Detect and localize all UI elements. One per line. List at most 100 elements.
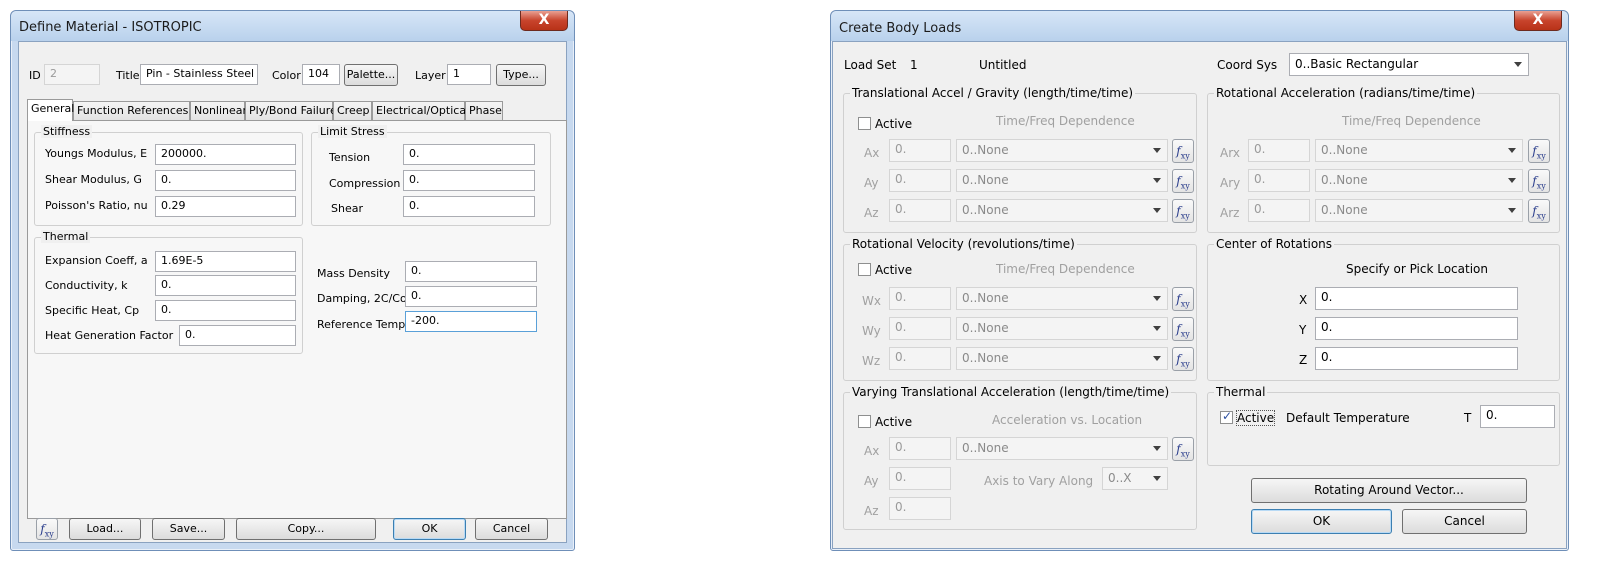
load-set-id: 1 <box>910 58 918 72</box>
function-xy-icon[interactable]: fxy <box>1172 287 1194 311</box>
temperature-field[interactable]: 0. <box>1480 405 1555 428</box>
cancel-button[interactable]: Cancel <box>1402 509 1527 534</box>
arx-label: Arx <box>1220 146 1240 160</box>
rotating-around-vector-button[interactable]: Rotating Around Vector... <box>1251 478 1527 503</box>
specific-heat-field[interactable]: 0. <box>155 300 296 321</box>
rotational-velocity-active-checkbox[interactable] <box>858 263 871 276</box>
function-xy-icon[interactable]: fxy <box>1172 317 1194 341</box>
id-label: ID <box>29 69 41 82</box>
function-xy-icon[interactable]: fxy <box>1172 437 1194 461</box>
wz-dependence-dropdown: 0..None <box>956 347 1168 370</box>
create-body-loads-dialog: Create Body Loads X Load Set 1 Untitled … <box>830 10 1569 551</box>
function-xy-icon[interactable]: fxy <box>36 518 58 540</box>
z-label: Z <box>1299 353 1308 367</box>
wx-label: Wx <box>862 294 881 308</box>
ax-label: Ax <box>864 146 880 160</box>
reference-temp-field[interactable]: -200. <box>405 311 537 332</box>
heat-generation-field[interactable]: 0. <box>179 325 296 346</box>
mass-density-field[interactable]: 0. <box>405 261 537 282</box>
cancel-button[interactable]: Cancel <box>475 518 548 540</box>
shear-modulus-label: Shear Modulus, G <box>45 173 142 186</box>
close-button[interactable]: X <box>520 11 568 31</box>
varying-active-checkbox[interactable] <box>858 415 871 428</box>
limit-stress-label: Limit Stress <box>318 125 387 138</box>
function-xy-icon[interactable]: fxy <box>1172 169 1194 193</box>
define-material-dialog: Define Material - ISOTROPIC X ID 2 Title… <box>10 10 575 551</box>
translational-accel-group: Translational Accel / Gravity (length/ti… <box>843 86 1197 233</box>
thermal-label: Thermal <box>41 230 91 243</box>
coord-sys-dropdown[interactable]: 0..Basic Rectangular <box>1289 53 1529 76</box>
rotational-accel-label: Rotational Acceleration (radians/time/ti… <box>1214 86 1478 100</box>
compression-field[interactable]: 0. <box>403 170 535 191</box>
load-button[interactable]: Load... <box>69 518 141 540</box>
chevron-down-icon <box>1153 148 1161 153</box>
title-bar[interactable]: Create Body Loads X <box>831 11 1568 41</box>
varying-translational-accel-group: Varying Translational Acceleration (leng… <box>843 385 1197 530</box>
function-xy-icon[interactable]: fxy <box>1528 169 1550 193</box>
rotational-velocity-group: Rotational Velocity (revolutions/time) A… <box>843 237 1197 381</box>
poissons-ratio-field[interactable]: 0.29 <box>155 196 296 217</box>
youngs-modulus-field[interactable]: 200000. <box>155 144 296 165</box>
thermal-group: Thermal Expansion Coeff, a 1.69E-5 Condu… <box>34 230 303 354</box>
tab-nonlinear[interactable]: Nonlinear <box>190 101 247 120</box>
vary-ay-field: 0. <box>889 467 951 490</box>
function-xy-icon[interactable]: fxy <box>1528 139 1550 163</box>
arx-dependence-value: 0..None <box>1321 143 1368 157</box>
function-xy-icon[interactable]: fxy <box>1172 139 1194 163</box>
ary-dependence-value: 0..None <box>1321 173 1368 187</box>
acceleration-vs-location-label: Acceleration vs. Location <box>992 413 1143 427</box>
az-dependence-value: 0..None <box>962 203 1009 217</box>
conductivity-field[interactable]: 0. <box>155 275 296 296</box>
type-button[interactable]: Type... <box>496 64 546 86</box>
stiffness-label: Stiffness <box>41 125 93 138</box>
center-x-field[interactable]: 0. <box>1315 287 1518 310</box>
close-button[interactable]: X <box>1514 11 1562 31</box>
ax-dependence-dropdown: 0..None <box>956 139 1168 162</box>
shear-stress-field[interactable]: 0. <box>403 196 535 217</box>
title-bar[interactable]: Define Material - ISOTROPIC X <box>11 11 574 41</box>
tab-general[interactable]: General <box>27 99 74 121</box>
chevron-down-icon <box>1153 208 1161 213</box>
tab-function-references[interactable]: Function References <box>73 101 190 120</box>
damping-field[interactable]: 0. <box>405 286 537 307</box>
layer-label: Layer <box>415 69 446 82</box>
ary-label: Ary <box>1220 176 1241 190</box>
copy-button[interactable]: Copy... <box>236 518 376 540</box>
arz-field: 0. <box>1248 199 1310 222</box>
function-xy-icon[interactable]: fxy <box>1528 199 1550 223</box>
color-field[interactable]: 104 <box>302 64 340 85</box>
center-z-field[interactable]: 0. <box>1315 347 1518 370</box>
tab-ply-bond-failure[interactable]: Ply/Bond Failure <box>245 101 337 120</box>
compression-label: Compression <box>329 177 401 190</box>
center-y-field[interactable]: 0. <box>1315 317 1518 340</box>
specify-pick-location-hint: Specify or Pick Location <box>1346 262 1488 276</box>
mass-density-label: Mass Density <box>317 267 391 280</box>
palette-button[interactable]: Palette... <box>344 64 398 86</box>
arx-dependence-dropdown: 0..None <box>1315 139 1523 162</box>
save-button[interactable]: Save... <box>152 518 225 540</box>
function-xy-icon[interactable]: fxy <box>1172 199 1194 223</box>
wy-dependence-dropdown: 0..None <box>956 317 1168 340</box>
tab-creep[interactable]: Creep <box>333 101 372 120</box>
expansion-coeff-field[interactable]: 1.69E-5 <box>155 251 296 272</box>
translational-active-checkbox[interactable] <box>858 117 871 130</box>
axis-to-vary-along-dropdown: 0..X <box>1102 467 1168 490</box>
wz-field: 0. <box>889 347 951 370</box>
tab-phase[interactable]: Phase <box>465 101 503 120</box>
shear-modulus-field[interactable]: 0. <box>155 170 296 191</box>
wz-label: Wz <box>862 354 881 368</box>
az-dependence-dropdown: 0..None <box>956 199 1168 222</box>
ok-button[interactable]: OK <box>393 518 466 540</box>
color-label: Color <box>272 69 301 82</box>
tension-field[interactable]: 0. <box>403 144 535 165</box>
tab-electrical-optical[interactable]: Electrical/Optical <box>372 101 469 120</box>
ok-button[interactable]: OK <box>1251 509 1392 534</box>
ary-dependence-dropdown: 0..None <box>1315 169 1523 192</box>
center-of-rotations-group: Center of Rotations Specify or Pick Loca… <box>1207 237 1560 381</box>
function-xy-icon[interactable]: fxy <box>1172 347 1194 371</box>
thermal-active-checkbox[interactable] <box>1220 409 1233 424</box>
layer-field[interactable]: 1 <box>447 64 491 85</box>
title-field[interactable]: Pin - Stainless Steel <box>140 64 258 85</box>
dialog-client-area: ID 2 Title Pin - Stainless Steel Color 1… <box>18 41 567 543</box>
wz-dependence-value: 0..None <box>962 351 1009 365</box>
